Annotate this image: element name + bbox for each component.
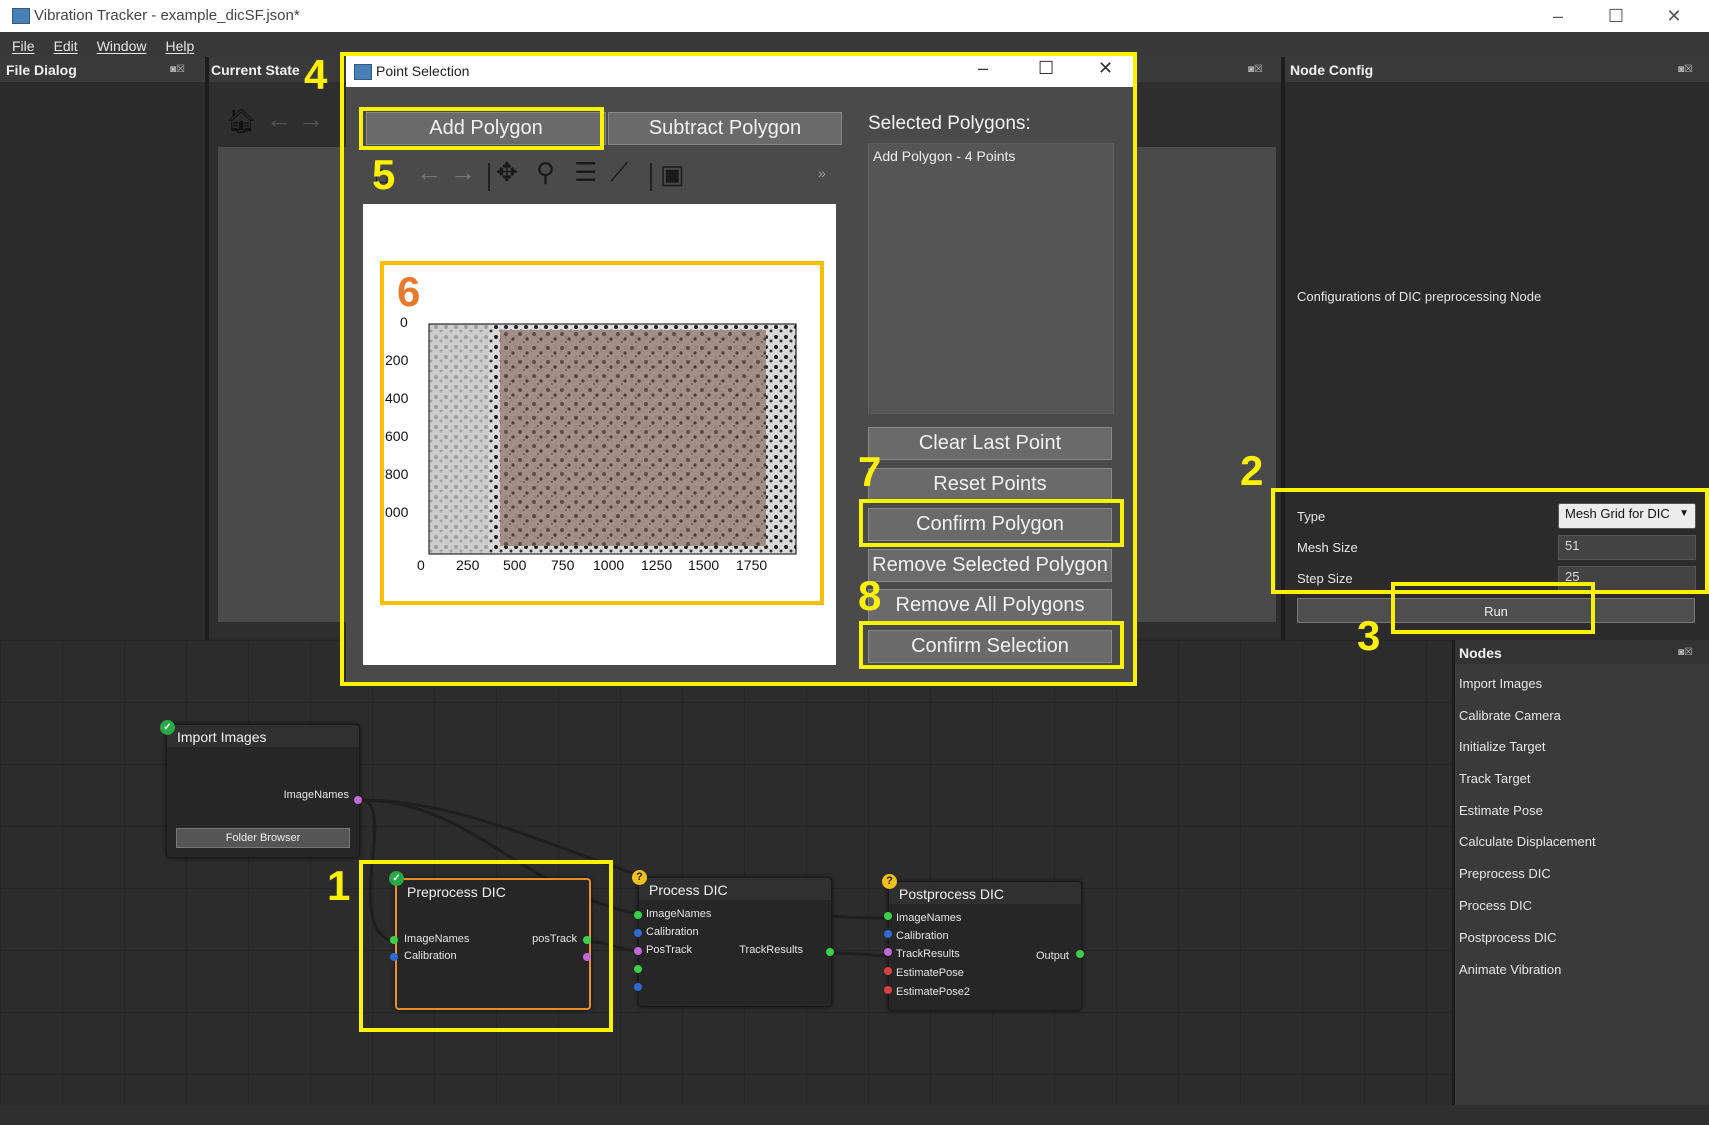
annotation-number: 2	[1240, 447, 1264, 494]
annotation-number: 3	[1357, 612, 1381, 659]
annotation-number: 5	[372, 151, 396, 198]
annotation-number: 1	[327, 862, 351, 909]
postprocess-dic-node-title: Postprocess DIC	[889, 882, 1081, 904]
nodes-list-item[interactable]: Preprocess DIC	[1459, 866, 1551, 881]
highlight-run-button	[1391, 582, 1595, 634]
track-results-port-label: TrackResults	[896, 948, 960, 960]
output-port-dot[interactable]	[354, 796, 362, 804]
input-port-dot[interactable]	[634, 983, 642, 991]
nodes-list-item[interactable]: Estimate Pose	[1459, 803, 1543, 818]
input-port-dot[interactable]	[634, 929, 642, 937]
estimate-pose-port-label: EstimatePose	[896, 967, 964, 979]
process-dic-node-title: Process DIC	[639, 878, 831, 900]
pos-track-port-label: PosTrack	[646, 944, 693, 956]
nodes-list-item[interactable]: Calculate Displacement	[1459, 834, 1596, 849]
image-names-port-label: ImageNames	[646, 908, 712, 920]
postprocess-dic-node[interactable]: Postprocess DIC ImageNames Calibration T…	[888, 881, 1082, 1011]
estimate-pose2-port-label: EstimatePose2	[896, 986, 970, 998]
nodes-list-item[interactable]: Process DIC	[1459, 898, 1532, 913]
nodes-list-item[interactable]: Calibrate Camera	[1459, 708, 1561, 723]
status-pending-icon: ?	[632, 870, 647, 885]
nodes-dock-buttons[interactable]: ◙☒	[1678, 647, 1693, 658]
nodes-list-item[interactable]: Animate Vibration	[1459, 962, 1561, 977]
calibration-port-label: Calibration	[646, 926, 699, 938]
output-port-label: Output	[1035, 950, 1069, 962]
annotation-number: 4	[304, 51, 328, 98]
track-results-port-label: TrackResults	[739, 944, 803, 956]
highlight-confirm-selection	[859, 621, 1124, 669]
annotation-number: 8	[858, 572, 882, 619]
input-port-dot[interactable]	[634, 947, 642, 955]
nodes-panel-title: Nodes	[1459, 645, 1502, 661]
image-names-port-label: ImageNames	[283, 789, 349, 801]
import-images-node-title: Import Images	[167, 725, 359, 747]
nodes-list-item[interactable]: Track Target	[1459, 771, 1531, 786]
highlight-add-polygon	[359, 107, 604, 150]
annotation-number: 6	[397, 268, 421, 315]
input-port-dot[interactable]	[884, 986, 892, 994]
status-pending-icon: ?	[882, 874, 897, 889]
highlight-plot	[380, 261, 824, 605]
input-port-dot[interactable]	[634, 911, 642, 919]
nodes-list-item[interactable]: Import Images	[1459, 676, 1542, 691]
nodes-list	[1455, 664, 1709, 1105]
highlight-config-fields	[1271, 488, 1709, 594]
output-port-dot[interactable]	[826, 948, 834, 956]
annotation-number: 7	[858, 448, 882, 495]
highlight-preprocess-node	[359, 860, 613, 1032]
status-check-icon: ✓	[160, 720, 175, 735]
process-dic-node[interactable]: Process DIC ImageNames Calibration PosTr…	[638, 877, 832, 1007]
image-names-port-label: ImageNames	[896, 912, 962, 924]
input-port-dot[interactable]	[884, 930, 892, 938]
input-port-dot[interactable]	[884, 967, 892, 975]
input-port-dot[interactable]	[634, 965, 642, 973]
input-port-dot[interactable]	[884, 948, 892, 956]
import-images-node[interactable]: Import Images ImageNames Folder Browser	[166, 724, 360, 858]
highlight-confirm-polygon	[859, 499, 1124, 547]
nodes-list-item[interactable]: Initialize Target	[1459, 739, 1545, 754]
folder-browser-button[interactable]: Folder Browser	[176, 828, 350, 848]
calibration-port-label: Calibration	[896, 930, 949, 942]
output-port-dot[interactable]	[1076, 950, 1084, 958]
nodes-list-item[interactable]: Postprocess DIC	[1459, 930, 1557, 945]
input-port-dot[interactable]	[884, 912, 892, 920]
